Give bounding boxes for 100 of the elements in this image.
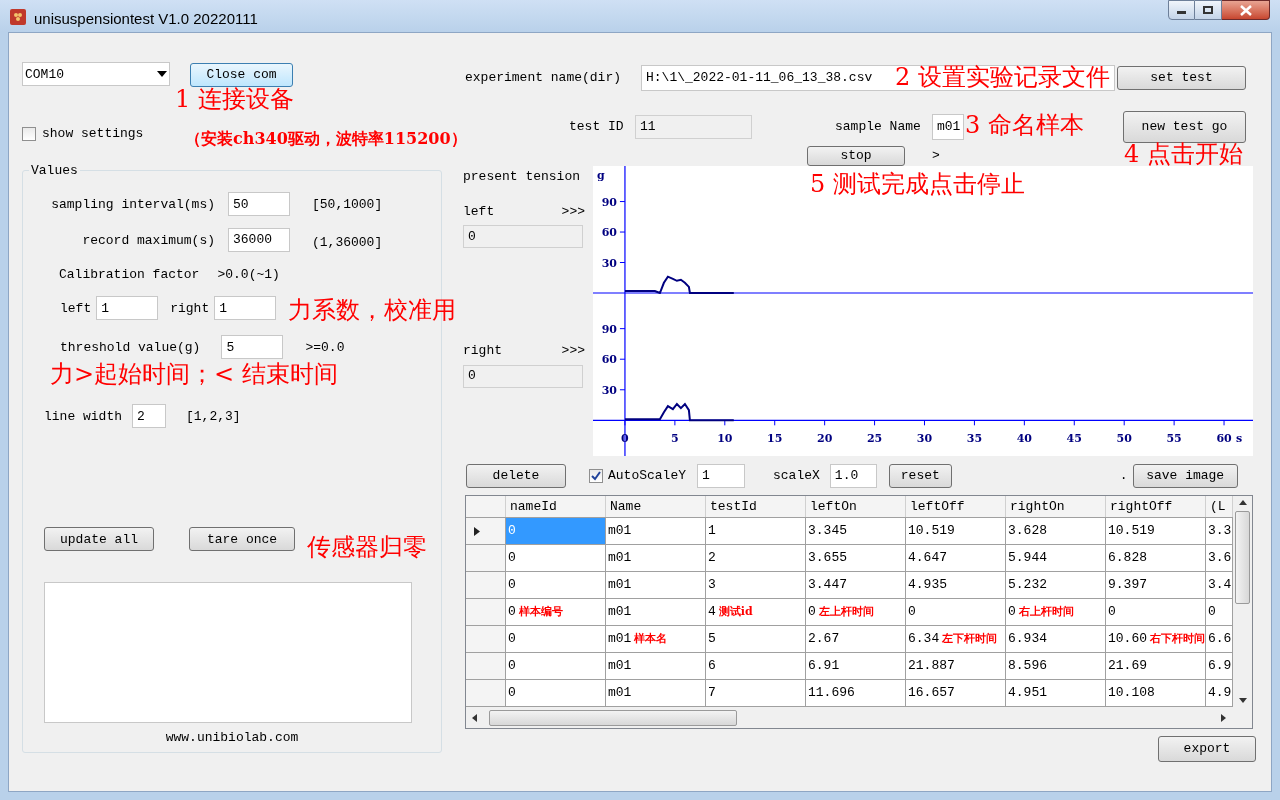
table-cell: 0 [506,545,606,571]
table-cell: 11.696 [806,680,906,706]
tare-once-button[interactable]: tare once [189,527,295,552]
table-cell: m01 [606,545,706,571]
table-cell: 6.91 [806,653,906,679]
annotation-text: 样本名 [634,630,668,647]
field-label: >=0.0 [305,338,345,357]
input-field[interactable]: 50 [228,192,290,217]
annotation-text: 传感器归零 [307,535,427,559]
annotation-text: 1 连接设备 [175,87,294,111]
table-cell: 4.647 [906,545,1006,571]
table-cell: 10.519 [1106,518,1206,544]
close-icon [1239,4,1252,16]
delete-button[interactable]: delete [466,463,566,488]
axis-label: g [597,169,605,182]
tick-label: 5 [671,432,679,446]
table-cell: 10.519 [906,518,1006,544]
arrows-text: >>> [561,202,585,221]
tick-label: 90 [601,195,617,209]
input-field[interactable]: 1.0 [829,463,877,488]
field-label: AutoScaleY [608,466,686,485]
row-header[interactable] [466,518,506,544]
table-cell: 16.657 [906,680,1006,706]
minimize-button[interactable] [1168,0,1195,20]
input-field[interactable]: 5 [221,335,284,360]
field-label: experiment name(dir) [465,69,623,88]
export-button[interactable]: export [1158,736,1256,762]
column-header[interactable]: leftOn [806,496,906,517]
reading-field[interactable]: 0 [463,364,583,388]
checkbox[interactable] [589,468,603,483]
input-field[interactable]: 1 [214,296,277,321]
tick-label: 30 [601,256,617,270]
table-cell: 8.596 [1006,653,1106,679]
table-cell: 4 测试id [706,599,806,625]
table-cell: 5 [706,626,806,652]
table-cell: 6.34 左下杆时间 [906,626,1006,652]
field-label: left [60,299,92,318]
field-label: record maximum(s) [82,233,215,248]
field-label: line width [44,407,122,426]
field-label: >0.0(~1) [217,265,280,284]
tick-label: 40 [1016,432,1032,446]
reset-button[interactable]: reset [888,463,952,488]
input-field[interactable]: 1 [96,296,159,321]
table-cell: 6.934 [1006,626,1106,652]
maximize-button[interactable] [1195,0,1222,20]
scroll-down-icon[interactable] [1238,698,1247,703]
annotation-text: 左上杆时间 [818,603,874,620]
tick-label: 10 [717,432,733,446]
column-header[interactable]: rightOn [1006,496,1106,517]
table-cell: 0 左上杆时间 [806,599,906,625]
tick-label: 45 [1066,432,1082,446]
tick-label: 15 [767,432,783,446]
input-field[interactable]: 36000 [228,228,290,252]
table-cell: 0 [506,518,606,544]
table-cell: 0 [506,680,606,706]
scroll-left-icon[interactable] [472,713,477,722]
field-label: Calibration factor [59,265,200,284]
tick-label: 60 [601,226,617,240]
table-cell: 2 [706,545,806,571]
input-field[interactable]: m01 [932,114,964,140]
table-cell: 9.397 [1106,572,1206,598]
update-all-button[interactable]: update all [44,527,154,552]
column-header[interactable]: rightOff [1106,496,1206,517]
table-cell: 5.944 [1006,545,1106,571]
table-cell: 3.655 [806,545,906,571]
table-cell: 7 [706,680,806,706]
column-header[interactable]: leftOff [906,496,1006,517]
input-field[interactable]: 2 [132,404,166,429]
vertical-scrollbar[interactable] [1233,496,1252,707]
checkbox[interactable] [22,126,36,141]
stop-button[interactable]: stop [807,145,905,166]
website-text: www.unibiolab.com [165,729,299,748]
close-com-button[interactable]: Close com [190,62,293,87]
table-cell: m01 样本名 [606,626,706,652]
annotation-text: 力>起始时间；< 结束时间 [50,362,338,386]
field-label: (1,36000] [312,234,383,253]
table-cell: 4.935 [906,572,1006,598]
input-field[interactable]: 1 [697,463,745,488]
port-dropdown[interactable]: COM10 [22,62,170,87]
axis-label: s [1236,432,1243,446]
arrow-text: > [932,146,940,165]
scroll-up-icon[interactable] [1238,500,1247,505]
column-header[interactable]: testId [706,496,806,517]
save-image-button[interactable]: save image [1132,463,1238,488]
close-button[interactable] [1222,0,1270,20]
scroll-right-icon[interactable] [1221,713,1226,722]
tick-label: 25 [866,432,883,446]
annotation-text: 右上杆时间 [1018,603,1074,620]
new-test-go-button[interactable]: new test go [1123,111,1246,143]
reading-field[interactable]: 0 [463,225,583,248]
tick-label: 30 [916,432,933,446]
field-label: sampling interval(ms) [51,197,215,213]
horizontal-scrollbar[interactable] [466,707,1252,728]
input-field[interactable]: 11 [635,115,752,139]
group-title: Values [30,161,79,180]
annotation-text: 3 命名样本 [965,113,1084,137]
column-header[interactable]: Name [606,496,706,517]
table-cell: 0 样本编号 [506,599,606,625]
column-header[interactable]: nameId [506,496,606,517]
set-test-button[interactable]: set test [1117,66,1246,90]
